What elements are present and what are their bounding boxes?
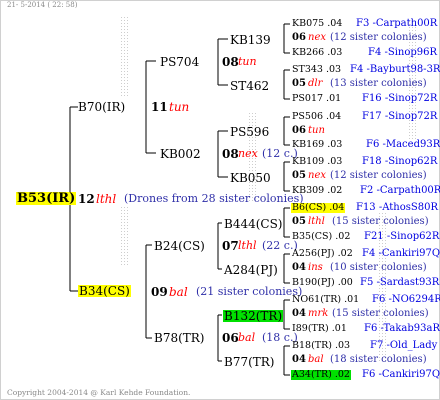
- ancestor-entry[interactable]: KB075 .04: [292, 19, 342, 29]
- connector-b444: [283, 207, 290, 238]
- grandparent-mark: bal: [238, 331, 256, 344]
- ancestor-entry[interactable]: B35(CS) .02: [292, 232, 350, 242]
- connector-kb139: [283, 23, 290, 54]
- pedigree-ref: F17 -Sinop72R: [362, 111, 438, 122]
- great-grandparent-node[interactable]: B77(TR): [224, 356, 275, 368]
- pedigree-ref: F4 -Cankiri97Q: [362, 248, 440, 259]
- dotted-decoration: [120, 16, 130, 96]
- pedigree-chart: 21- 5-2014 ( 22: 58) B53(IR) 12 lthl (Dr…: [0, 0, 440, 400]
- grandparent-generation: 08: [222, 147, 239, 161]
- pedigree-ref: F6 -NO6294R: [372, 294, 440, 305]
- leaf-mark: tun: [308, 125, 325, 136]
- leaf-generation: 05: [292, 216, 306, 227]
- ancestor-entry[interactable]: KB109 .03: [292, 157, 342, 167]
- great-grandparent-node[interactable]: ST462: [230, 80, 269, 92]
- root-generation: 12: [78, 192, 95, 206]
- pedigree-ref: F16 -Sinop72R: [362, 93, 438, 104]
- root-node[interactable]: B53(IR): [16, 192, 77, 205]
- pedigree-ref: F18 -Sinop62R: [362, 156, 438, 167]
- leaf-generation: 04: [292, 354, 306, 365]
- great-grandparent-node[interactable]: A284(PJ): [224, 264, 278, 276]
- leaf-mark: mrk: [308, 308, 329, 319]
- grandparent-node[interactable]: B24(CS): [154, 240, 205, 252]
- ancestor-entry[interactable]: PS017 .01: [292, 94, 341, 104]
- leaf-sister-note: (10 sister colonies): [330, 262, 427, 273]
- ancestor-entry[interactable]: KB266 .03: [292, 48, 342, 58]
- grandparent-mark: tun: [238, 55, 257, 68]
- leaf-generation: 04: [292, 308, 306, 319]
- leaf-mark: lthl: [308, 216, 325, 227]
- pedigree-ref: F3 -Carpath00R: [356, 18, 438, 29]
- copyright-footer: Copyright 2004-2014 @ Karl Kehde Foundat…: [7, 388, 191, 397]
- ancestor-entry[interactable]: B6(CS) .04: [291, 203, 346, 213]
- connector-a284: [283, 253, 290, 284]
- dotted-decoration: [120, 206, 130, 266]
- parent-node[interactable]: B70(IR): [78, 101, 125, 113]
- parent-mark: tun: [169, 100, 190, 114]
- grandparent-generation: 08: [222, 55, 239, 69]
- leaf-mark: dlr: [308, 78, 323, 89]
- leaf-sister-note: (15 sister colonies): [332, 308, 429, 319]
- connector-st462: [283, 69, 290, 100]
- ancestor-entry[interactable]: PS506 .04: [292, 112, 341, 122]
- leaf-mark: ins: [308, 262, 323, 273]
- parent-mark: bal: [169, 285, 188, 299]
- ancestor-entry[interactable]: A34(TR) .02: [291, 370, 351, 380]
- grandparent-generation: 06: [222, 331, 239, 345]
- leaf-generation: 06: [292, 32, 306, 43]
- connector-ps596: [283, 116, 290, 146]
- leaf-mark: bal: [308, 354, 324, 365]
- leaf-sister-note: (12 sister colonies): [330, 170, 427, 181]
- parent-generation: 11: [151, 100, 168, 114]
- ancestor-entry[interactable]: NO61(TR) .01: [292, 295, 359, 305]
- leaf-sister-note: (15 sister colonies): [332, 216, 429, 227]
- grandparent-mark: lthl: [238, 239, 257, 252]
- leaf-sister-note: (18 sister colonies): [330, 354, 427, 365]
- leaf-generation: 05: [292, 170, 306, 181]
- grandparent-mark: nex: [238, 147, 258, 160]
- timestamp: 21- 5-2014 ( 22: 58): [7, 1, 78, 9]
- grandparent-node[interactable]: KB002: [160, 148, 201, 160]
- pedigree-ref: F2 -Carpath00R: [360, 185, 440, 196]
- pedigree-ref: F4 -Sinop96R: [368, 47, 438, 58]
- parent-generation: 09: [151, 285, 168, 299]
- grandparent-generation: 07: [222, 239, 239, 253]
- great-grandparent-node[interactable]: PS596: [230, 126, 269, 138]
- ancestor-entry[interactable]: KB309 .02: [292, 186, 342, 196]
- ancestor-entry[interactable]: KB169 .03: [292, 140, 342, 150]
- leaf-generation: 05: [292, 78, 306, 89]
- root-mark: lthl: [96, 192, 117, 206]
- leaf-sister-note: (13 sister colonies): [330, 78, 427, 89]
- pedigree-ref: F13 -AthosS80R: [356, 202, 438, 213]
- pedigree-ref: F6 -Maced93R: [366, 139, 440, 150]
- great-grandparent-node[interactable]: B132(TR): [223, 310, 284, 322]
- ancestor-entry[interactable]: ST343 .03: [292, 65, 341, 75]
- ancestor-entry[interactable]: A256(PJ) .02: [292, 249, 353, 259]
- grandparent-node[interactable]: B78(TR): [154, 332, 205, 344]
- pedigree-ref: F5 -Sardast93R: [360, 277, 440, 288]
- pedigree-ref: F6 -Takab93aR: [364, 323, 440, 334]
- parent-node[interactable]: B34(CS): [78, 285, 131, 297]
- parent-sister-note: (21 sister colonies): [196, 285, 303, 298]
- pedigree-ref: F21 -Sinop62R: [364, 231, 440, 242]
- pedigree-ref: F4 -Bayburt98-3R: [350, 64, 440, 75]
- root-drone-note: (Drones from 28 sister colonies): [124, 192, 304, 205]
- leaf-mark: nex: [308, 32, 326, 43]
- ancestor-entry[interactable]: B18(TR) .03: [292, 341, 350, 351]
- great-grandparent-node[interactable]: B444(CS): [224, 218, 283, 230]
- leaf-generation: 04: [292, 262, 306, 273]
- connector-b77: [283, 345, 290, 376]
- grandparent-node[interactable]: PS704: [160, 56, 199, 68]
- ancestor-entry[interactable]: B190(PJ) .00: [292, 278, 353, 288]
- great-grandparent-node[interactable]: KB139: [230, 34, 271, 46]
- leaf-generation: 06: [292, 125, 306, 136]
- pedigree-ref: F6 -Cankiri97Q: [362, 369, 440, 380]
- leaf-sister-note: (12 sister colonies): [330, 32, 427, 43]
- pedigree-ref: F7 -Old_Lady: [370, 340, 438, 351]
- great-grandparent-node[interactable]: KB050: [230, 172, 271, 184]
- leaf-mark: nex: [308, 170, 326, 181]
- connector-kb050: [283, 161, 290, 192]
- ancestor-entry[interactable]: I89(TR) .01: [292, 324, 347, 334]
- connector-b132: [283, 299, 290, 330]
